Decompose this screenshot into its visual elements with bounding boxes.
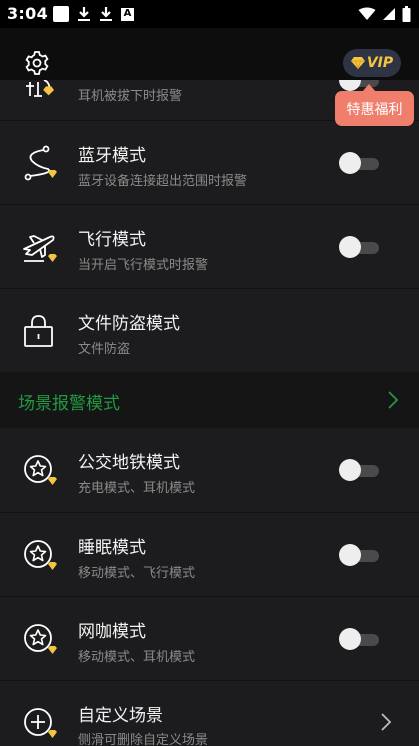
list-item-netcafe[interactable]: 网咖模式 移动模式、耳机模式 xyxy=(0,596,419,680)
status-time: 3:04 xyxy=(7,4,48,23)
headphone-subtitle: 耳机被拔下时报警 xyxy=(78,89,183,104)
sleep-toggle[interactable] xyxy=(337,543,379,567)
vip-label: VIP xyxy=(366,55,394,71)
wifi-icon xyxy=(358,7,376,20)
promo-tooltip[interactable]: 特惠福利 xyxy=(335,91,414,126)
airplane-subtitle: 当开启飞行模式时报警 xyxy=(78,258,209,273)
section-label: 场景报警模式 xyxy=(18,394,120,414)
star-badge-icon xyxy=(24,624,57,654)
download-icon-2 xyxy=(100,7,112,21)
list-item-bluetooth[interactable]: 蓝牙模式 蓝牙设备连接超出范围时报警 xyxy=(0,120,419,204)
transit-title: 公交地铁模式 xyxy=(78,453,180,473)
app-a-icon: A xyxy=(121,7,134,21)
file-protect-subtitle: 文件防盗 xyxy=(78,342,131,357)
netcafe-subtitle: 移动模式、耳机模式 xyxy=(78,650,196,665)
list-item-sleep[interactable]: 睡眠模式 移动模式、飞行模式 xyxy=(0,512,419,596)
airplane-icon xyxy=(23,235,57,262)
chevron-right-icon xyxy=(388,391,399,409)
star-badge-icon xyxy=(24,455,57,485)
list-item-transit[interactable]: 公交地铁模式 充电模式、耳机模式 xyxy=(0,428,419,512)
top-bar: VIP xyxy=(0,28,419,80)
diamond-icon xyxy=(350,57,365,69)
add-circle-icon xyxy=(24,708,57,738)
system-icons xyxy=(358,5,411,23)
sleep-subtitle: 移动模式、飞行模式 xyxy=(78,566,196,581)
list-item-airplane[interactable]: 飞行模式 当开启飞行模式时报警 xyxy=(0,204,419,288)
notification-square-icon xyxy=(53,6,69,22)
list-item-custom-scene[interactable]: 自定义场景 侧滑可删除自定义场景 xyxy=(0,680,419,746)
netcafe-toggle[interactable] xyxy=(337,627,379,651)
list-item-file-protect[interactable]: 文件防盗模式 文件防盗 xyxy=(0,288,419,372)
status-bar: 3:04 A xyxy=(0,0,419,28)
bluetooth-toggle[interactable] xyxy=(337,151,379,175)
bluetooth-title: 蓝牙模式 xyxy=(78,146,146,166)
bluetooth-subtitle: 蓝牙设备连接超出范围时报警 xyxy=(78,174,248,189)
download-icon xyxy=(78,7,90,21)
chevron-right-icon xyxy=(381,713,392,731)
custom-scene-title: 自定义场景 xyxy=(78,706,163,726)
notification-icons: A xyxy=(53,5,134,23)
transit-subtitle: 充电模式、耳机模式 xyxy=(78,481,196,496)
lock-icon xyxy=(24,315,53,347)
custom-scene-subtitle: 侧滑可删除自定义场景 xyxy=(78,733,209,746)
section-header-scene[interactable]: 场景报警模式 xyxy=(0,372,419,428)
airplane-title: 飞行模式 xyxy=(78,230,146,250)
vip-button[interactable]: VIP xyxy=(343,49,401,77)
netcafe-title: 网咖模式 xyxy=(78,622,146,642)
signal-icon xyxy=(383,8,395,20)
file-protect-title: 文件防盗模式 xyxy=(78,314,180,334)
route-icon xyxy=(24,145,57,181)
sleep-title: 睡眠模式 xyxy=(78,538,146,558)
settings-gear-icon[interactable] xyxy=(24,50,50,76)
transit-toggle[interactable] xyxy=(337,458,379,482)
airplane-toggle[interactable] xyxy=(337,235,379,259)
battery-icon xyxy=(402,6,411,22)
star-badge-icon xyxy=(24,540,57,570)
